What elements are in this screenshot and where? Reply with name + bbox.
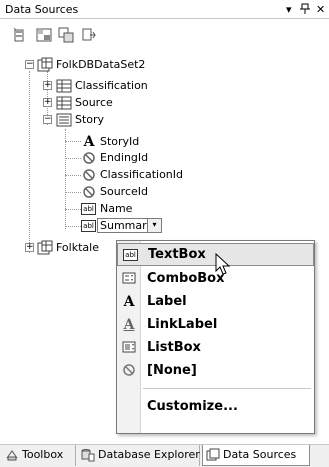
tree-node-field[interactable]: A StoryId (0, 134, 329, 150)
edit-dataset-with-designer-icon[interactable] (36, 27, 52, 43)
database-explorer-icon (81, 448, 95, 462)
textbox-control-icon: abl (123, 249, 138, 261)
menu-item-label: Label (147, 294, 187, 309)
tree-node-dataset[interactable]: − FolkDBDataSet2 (0, 57, 329, 73)
menu-item-label: LinkLabel (147, 317, 218, 332)
data-sources-icon (206, 448, 220, 462)
label-control-icon: A (83, 134, 95, 150)
tree-node-field[interactable]: ClassificationId (0, 167, 329, 183)
menu-item-linklabel[interactable]: A LinkLabel (117, 314, 314, 337)
tree-node-label: FolkDBDataSet2 (56, 58, 146, 71)
table-icon (56, 78, 72, 94)
dataset-icon (37, 240, 53, 256)
add-new-data-source-icon[interactable] (12, 27, 28, 43)
dataset-icon (37, 57, 53, 73)
tree-node-label: EndingId (100, 151, 149, 164)
tree-node-label: ClassificationId (100, 168, 184, 181)
menu-separator (143, 388, 311, 389)
expand-icon[interactable]: + (25, 243, 34, 252)
tree-node-label: Source (75, 96, 113, 109)
tree-node-label: Story (75, 113, 105, 126)
mouse-pointer-icon (215, 252, 233, 277)
menu-item-label: Customize... (147, 399, 238, 414)
tab-toolbox[interactable]: Toolbox (2, 445, 76, 466)
menu-item-listbox[interactable]: ListBox (117, 337, 314, 360)
listbox-control-icon (121, 340, 137, 356)
tree-node-table[interactable]: + Source (0, 95, 329, 111)
toolbox-icon (5, 448, 19, 462)
tree-node-label: Classification (75, 79, 148, 92)
tab-label: Toolbox (22, 448, 64, 461)
menu-item-none[interactable]: [None] (117, 360, 314, 383)
chevron-down-icon[interactable]: ▾ (147, 218, 162, 233)
menu-item-label: TextBox (148, 247, 206, 262)
details-view-icon (56, 112, 72, 128)
textbox-control-icon: abl (81, 203, 96, 215)
tree-node-table[interactable]: − Story (0, 112, 329, 128)
none-control-icon (81, 184, 97, 200)
tab-database-explorer[interactable]: Database Explorer (78, 445, 200, 466)
tree-node-label: SourceId (100, 185, 149, 198)
tab-label: Database Explorer (98, 448, 200, 461)
none-control-icon (81, 150, 97, 166)
menu-item-label: ComboBox (147, 271, 225, 286)
menu-item-label: ListBox (147, 340, 201, 355)
menu-item-customize[interactable]: Customize... (117, 396, 314, 419)
pin-icon[interactable] (300, 3, 310, 18)
menu-item-label: [None] (147, 363, 197, 378)
refresh-icon[interactable] (81, 27, 97, 43)
table-icon (56, 95, 72, 111)
tree-node-table[interactable]: + Classification (0, 78, 329, 94)
tree-node-label: Name (100, 202, 133, 215)
data-sources-toolbar (0, 19, 329, 49)
tree-node-label: Folktale (56, 241, 99, 254)
tree-node-field[interactable]: abl (0, 218, 329, 234)
menu-item-label[interactable]: A Label (117, 291, 314, 314)
tree-node-field[interactable]: abl Name (0, 201, 329, 217)
collapse-icon[interactable]: − (25, 60, 34, 69)
none-control-icon (81, 167, 97, 183)
collapse-icon[interactable]: − (43, 115, 52, 124)
panel-title: Data Sources (5, 3, 79, 16)
tree-node-field[interactable]: EndingId (0, 150, 329, 166)
textbox-control-icon: abl (81, 220, 96, 232)
combobox-control-icon (121, 271, 137, 287)
tool-window-tabs: Toolbox Database Explorer Data Sources (0, 444, 329, 467)
linklabel-control-icon: A (123, 317, 135, 333)
label-control-icon: A (123, 294, 135, 310)
panel-title-bar: Data Sources ▾ ✕ (0, 0, 329, 19)
none-control-icon (121, 363, 137, 379)
close-icon[interactable]: ✕ (316, 3, 325, 16)
tab-label: Data Sources (223, 448, 297, 461)
tree-node-label: StoryId (100, 135, 140, 148)
tab-data-sources[interactable]: Data Sources (202, 445, 310, 466)
configure-dataset-with-wizard-icon[interactable] (58, 27, 74, 43)
window-position-icon[interactable]: ▾ (286, 3, 292, 16)
expand-icon[interactable]: + (43, 98, 52, 107)
tree-node-field[interactable]: SourceId (0, 184, 329, 200)
expand-icon[interactable]: + (43, 81, 52, 90)
